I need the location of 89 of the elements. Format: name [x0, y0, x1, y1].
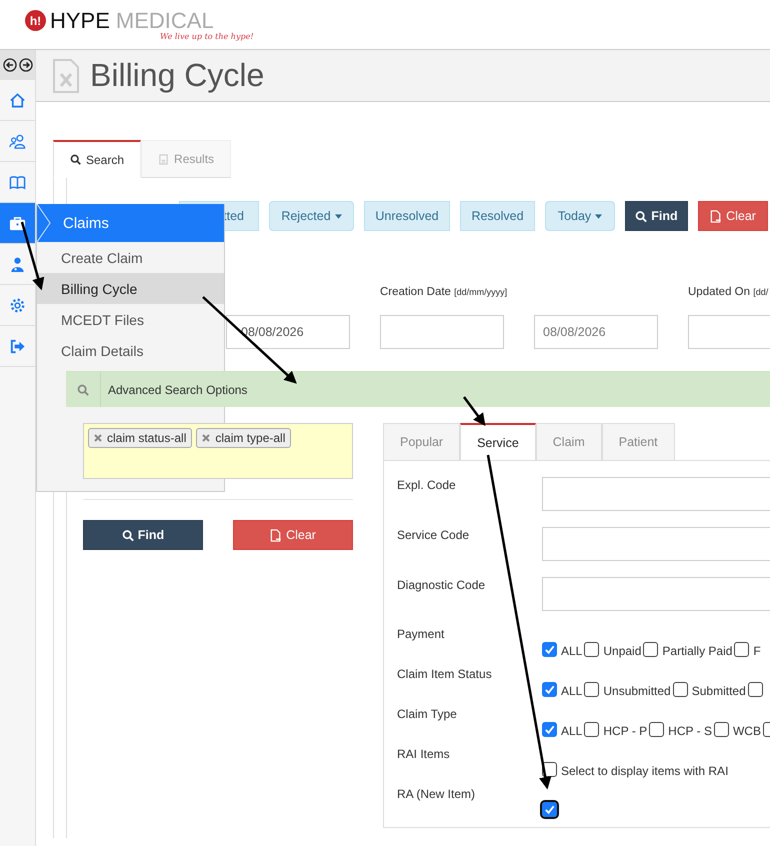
- checkbox-label: Unpaid: [603, 644, 642, 658]
- sidebar-item[interactable]: [0, 203, 35, 244]
- annotation-arrow: [463, 396, 486, 426]
- document-icon: [710, 210, 722, 222]
- field-label: Updated On [dd/: [688, 286, 770, 298]
- search-icon: [77, 384, 89, 396]
- chevron-icon: [37, 204, 51, 242]
- tagline: We live up to the hype!: [160, 32, 254, 40]
- checkbox-label: Select to display items with RAI: [561, 764, 728, 778]
- home-icon: [9, 92, 26, 108]
- input-field[interactable]: [542, 527, 770, 561]
- settings-icon: [9, 296, 26, 314]
- close-icon[interactable]: [202, 434, 210, 442]
- advanced-search-header[interactable]: Advanced Search Options: [66, 371, 770, 407]
- date-field[interactable]: 08/08/2026: [226, 315, 350, 349]
- checkbox-label: ALL: [561, 644, 582, 658]
- filter-tag[interactable]: claim status-all: [88, 428, 192, 448]
- checkbox[interactable]: [584, 682, 600, 696]
- search-icon: [70, 154, 81, 165]
- tab[interactable]: Search: [53, 140, 142, 178]
- date-field[interactable]: 08/08/2026: [534, 315, 658, 349]
- find-button[interactable]: Find: [83, 520, 203, 550]
- book-icon: [9, 174, 26, 190]
- close-icon[interactable]: [94, 434, 102, 442]
- logo-mark: h!: [25, 10, 46, 31]
- input-field[interactable]: [542, 577, 770, 611]
- checkbox-label: ALL: [561, 724, 582, 738]
- checkbox-label: WCB: [732, 724, 761, 738]
- field-label: Claim Type: [397, 707, 458, 723]
- checkbox[interactable]: [584, 722, 600, 736]
- checkbox-label: Submitted: [692, 684, 746, 698]
- menu-item[interactable]: MCEDT Files: [37, 304, 224, 335]
- find-button[interactable]: Find: [625, 201, 688, 231]
- checkbox[interactable]: [734, 642, 750, 656]
- checkbox-label: Unsubmitted: [603, 684, 671, 698]
- menu-title: Claims: [63, 214, 109, 232]
- section-title: Advanced Search Options: [107, 382, 248, 396]
- checkbox[interactable]: [542, 682, 557, 696]
- field-label: Payment: [397, 627, 446, 643]
- briefcase-icon: [9, 214, 26, 232]
- search-icon: [122, 528, 134, 542]
- checkbox[interactable]: [643, 642, 658, 656]
- field-label: Diagnostic Code: [397, 577, 486, 594]
- filter-dropdown[interactable]: Today: [545, 201, 615, 231]
- menu-item[interactable]: Billing Cycle: [37, 273, 224, 304]
- checkbox[interactable]: [542, 722, 557, 736]
- brand-suffix: MEDICAL: [116, 10, 214, 32]
- checkbox[interactable]: [542, 642, 557, 656]
- checkbox[interactable]: [714, 722, 729, 736]
- field-label: Creation Date [dd/mm/yyyy]: [380, 286, 508, 298]
- checkbox-label: F: [753, 644, 761, 658]
- sign-out-icon: [9, 338, 26, 354]
- page-title: Billing Cycle: [90, 57, 264, 94]
- field-label: Service Code: [397, 527, 470, 544]
- clear-button[interactable]: Clear: [698, 201, 768, 231]
- annotation-arrow: [20, 222, 44, 290]
- document-icon: [270, 528, 282, 542]
- filter-tag[interactable]: claim type-all: [196, 428, 292, 448]
- field-label: RAI Items: [397, 747, 451, 763]
- menu-item[interactable]: Claim Details: [37, 335, 224, 366]
- users-icon: [9, 132, 26, 150]
- tab[interactable]: Service: [460, 423, 536, 460]
- menu-item[interactable]: Create Claim: [37, 242, 224, 273]
- tag-field[interactable]: claim status-all claim type-all: [83, 423, 353, 479]
- field-label: Expl. Code: [397, 477, 457, 494]
- checkbox[interactable]: [748, 682, 763, 696]
- brand-name: HYPE: [50, 10, 110, 32]
- filter-button[interactable]: Unresolved: [364, 201, 450, 231]
- checkbox[interactable]: [584, 642, 600, 656]
- checkbox[interactable]: [649, 722, 664, 736]
- checkbox-label: HCP - P: [603, 724, 648, 738]
- field-label: RA (New Item): [397, 787, 476, 803]
- clear-button[interactable]: Clear: [233, 520, 353, 550]
- document-icon: [52, 58, 80, 92]
- filter-dropdown[interactable]: Rejected: [269, 201, 354, 231]
- checkbox[interactable]: [542, 802, 557, 816]
- checkbox[interactable]: [672, 682, 688, 696]
- caret-icon: [334, 214, 342, 218]
- checkbox-label: HCP - S: [668, 724, 712, 738]
- checkbox-label: ALL: [561, 684, 582, 698]
- document-icon: [158, 154, 170, 164]
- caret-icon: [595, 214, 602, 218]
- search-icon: [635, 210, 648, 222]
- date-field[interactable]: [380, 315, 504, 349]
- input-field[interactable]: [542, 477, 770, 511]
- field-label: Claim Item Status: [397, 667, 493, 683]
- filter-button[interactable]: Resolved: [460, 201, 535, 231]
- doctor-icon: [9, 256, 26, 272]
- checkbox-label: Partially Paid: [662, 644, 732, 658]
